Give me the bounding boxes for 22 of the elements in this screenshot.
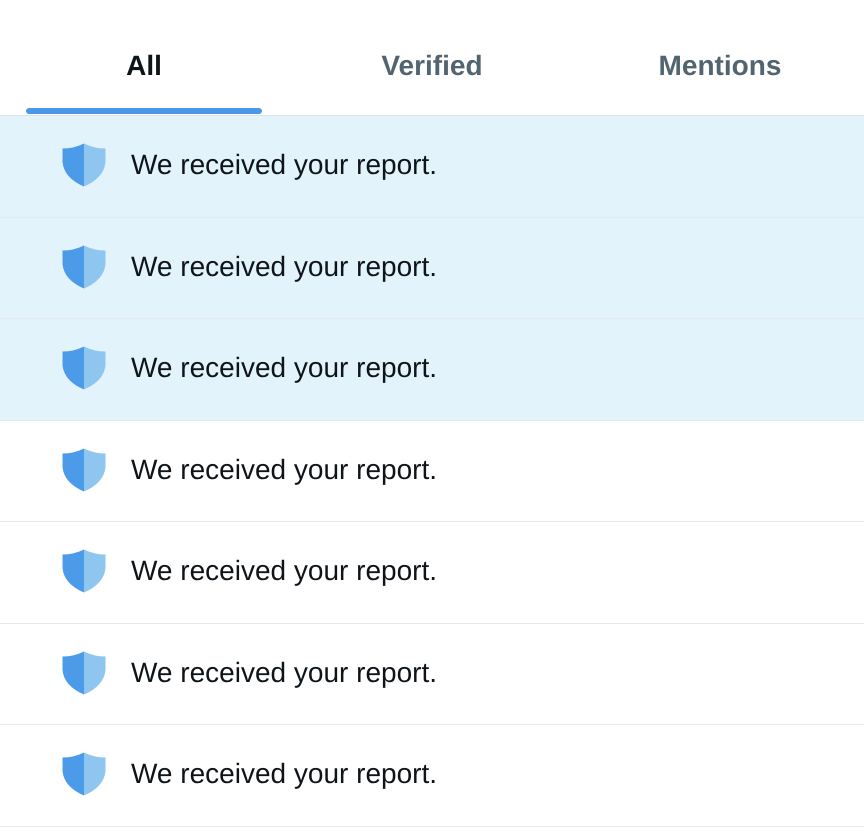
notification-row[interactable]: We received your report.	[0, 624, 864, 725]
tab[interactable]: Mentions	[576, 0, 864, 115]
shield-icon	[62, 143, 106, 188]
notification-text: We received your report.	[131, 555, 438, 588]
notification-text: We received your report.	[131, 250, 438, 283]
shield-icon	[62, 448, 106, 492]
shield-icon	[62, 549, 106, 594]
notification-text: We received your report.	[131, 454, 438, 486]
notification-text: We received your report.	[131, 758, 438, 790]
notification-row[interactable]: We received your report.	[0, 218, 864, 319]
shield-icon	[62, 650, 106, 695]
shield-icon	[62, 244, 106, 289]
shield-icon	[62, 346, 106, 390]
shield-icon	[62, 752, 106, 796]
notification-row[interactable]: We received your report.	[0, 319, 864, 420]
notification-row[interactable]: We received your report.	[0, 420, 864, 522]
notification-text: We received your report.	[131, 656, 438, 689]
tab[interactable]: All	[0, 0, 288, 115]
notification-text: We received your report.	[131, 149, 438, 182]
notification-row[interactable]: We received your report.	[0, 116, 864, 218]
notification-text: We received your report.	[131, 352, 438, 384]
tab[interactable]: Verified	[288, 0, 576, 115]
